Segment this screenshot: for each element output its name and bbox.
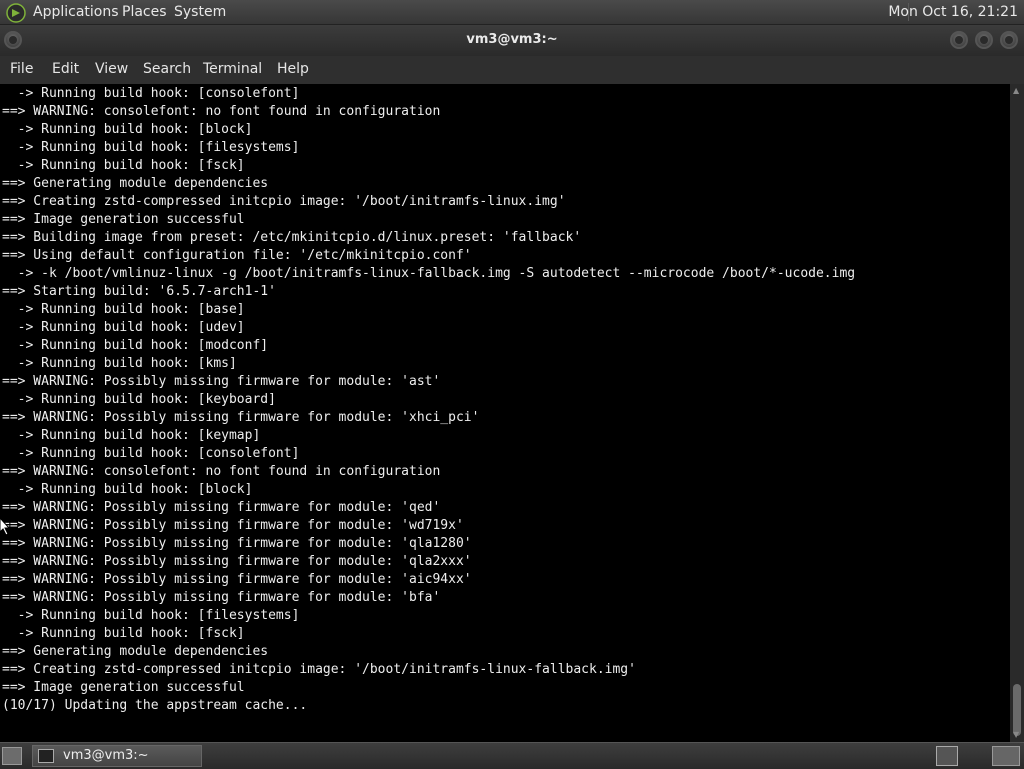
clock[interactable]: Mon Oct 16, 21:21 [888, 4, 1018, 20]
show-desktop-icon[interactable] [2, 747, 22, 765]
terminal-line: -> Running build hook: [udev] [2, 320, 245, 335]
close-button[interactable] [1000, 31, 1018, 49]
terminal-line: ==> WARNING: Possibly missing firmware f… [2, 374, 441, 389]
mouse-pointer-icon [0, 518, 10, 536]
terminal-line: -> Running build hook: [consolefont] [2, 446, 300, 461]
terminal-line: ==> Building image from preset: /etc/mki… [2, 230, 582, 245]
terminal-line: -> Running build hook: [kms] [2, 356, 237, 371]
terminal-line: (10/17) Updating the appstream cache... [2, 698, 308, 713]
terminal-view[interactable]: -> Running build hook: [consolefont] ==> … [0, 84, 1010, 742]
terminal-scrollbar[interactable]: ▲ ▼ [1010, 84, 1024, 742]
scroll-up-icon[interactable]: ▲ [1013, 86, 1019, 95]
terminal-line: -> Running build hook: [block] [2, 122, 253, 137]
taskbar-window-button[interactable]: vm3@vm3:~ [32, 745, 202, 767]
menu-edit[interactable]: Edit [52, 61, 79, 77]
workspace-switcher[interactable] [992, 746, 1020, 766]
terminal-line: -> Running build hook: [fsck] [2, 626, 245, 641]
terminal-line: -> Running build hook: [fsck] [2, 158, 245, 173]
terminal-line: -> Running build hook: [filesystems] [2, 608, 300, 623]
terminal-launcher-icon[interactable] [936, 746, 958, 766]
terminal-line: ==> Creating zstd-compressed initcpio im… [2, 194, 566, 209]
terminal-line: ==> WARNING: Possibly missing firmware f… [2, 536, 472, 551]
menu-search[interactable]: Search [143, 61, 191, 77]
system-menu[interactable]: System [174, 4, 226, 20]
terminal-line: ==> WARNING: Possibly missing firmware f… [2, 518, 464, 533]
taskbar-window-label: vm3@vm3:~ [63, 748, 149, 763]
window-titlebar[interactable]: vm3@vm3:~ [0, 25, 1024, 56]
maximize-button[interactable] [975, 31, 993, 49]
top-panel: Applications Places System Mon Oct 16, 2… [0, 0, 1024, 25]
menubar: File Edit View Search Terminal Help [0, 56, 1024, 84]
minimize-button[interactable] [950, 31, 968, 49]
scroll-down-icon[interactable]: ▼ [1013, 730, 1019, 739]
terminal-line: ==> Creating zstd-compressed initcpio im… [2, 662, 636, 677]
terminal-line: -> Running build hook: [keyboard] [2, 392, 276, 407]
terminal-line: -> Running build hook: [consolefont] [2, 86, 300, 101]
terminal-line: -> Running build hook: [block] [2, 482, 253, 497]
terminal-line: ==> Image generation successful [2, 212, 245, 227]
terminal-icon [38, 749, 54, 763]
terminal-line: ==> WARNING: consolefont: no font found … [2, 104, 441, 119]
terminal-line: ==> WARNING: consolefont: no font found … [2, 464, 441, 479]
terminal-line: -> Running build hook: [base] [2, 302, 245, 317]
terminal-line: ==> Generating module dependencies [2, 644, 269, 659]
terminal-output[interactable]: -> Running build hook: [consolefont] ==> … [0, 84, 1010, 715]
terminal-line: -> -k /boot/vmlinuz-linux -g /boot/initr… [2, 266, 856, 281]
menu-file[interactable]: File [10, 61, 33, 77]
scrollbar-thumb[interactable] [1013, 684, 1021, 736]
terminal-line: ==> WARNING: Possibly missing firmware f… [2, 554, 472, 569]
applications-menu[interactable]: Applications [33, 4, 119, 20]
places-menu[interactable]: Places [122, 4, 167, 20]
window-title: vm3@vm3:~ [466, 32, 558, 47]
terminal-line: ==> Starting build: '6.5.7-arch1-1' [2, 284, 276, 299]
terminal-line: ==> WARNING: Possibly missing firmware f… [2, 572, 472, 587]
terminal-line: ==> Image generation successful [2, 680, 245, 695]
terminal-line: ==> WARNING: Possibly missing firmware f… [2, 410, 480, 425]
bottom-panel: vm3@vm3:~ [0, 742, 1024, 769]
terminal-line: ==> WARNING: Possibly missing firmware f… [2, 590, 441, 605]
menu-help[interactable]: Help [277, 61, 309, 77]
terminal-line: ==> Generating module dependencies [2, 176, 269, 191]
terminal-line: -> Running build hook: [keymap] [2, 428, 261, 443]
terminal-line: -> Running build hook: [modconf] [2, 338, 269, 353]
menu-terminal[interactable]: Terminal [203, 61, 262, 77]
menu-view[interactable]: View [95, 61, 128, 77]
terminal-line: ==> WARNING: Possibly missing firmware f… [2, 500, 441, 515]
terminal-line: ==> Using default configuration file: '/… [2, 248, 472, 263]
distro-logo-icon[interactable] [6, 3, 26, 23]
terminal-line: -> Running build hook: [filesystems] [2, 140, 300, 155]
